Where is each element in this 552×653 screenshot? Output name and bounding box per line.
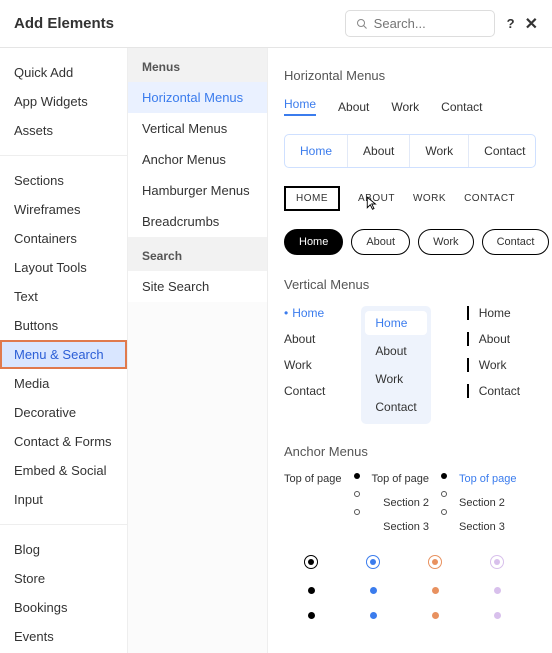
category-item-text[interactable]: Text	[0, 282, 127, 311]
category-item-bookings[interactable]: Bookings	[0, 593, 127, 622]
category-sidebar: Quick AddApp WidgetsAssets SectionsWiref…	[0, 48, 128, 653]
anchor-dot-active	[354, 473, 360, 479]
category-item-blog[interactable]: Blog	[0, 535, 127, 564]
dot-icon	[308, 587, 315, 594]
ring-icon	[304, 555, 318, 569]
category-item-app-widgets[interactable]: App Widgets	[0, 87, 127, 116]
horizontal-menu-outline[interactable]: HOME ABOUT WORK CONTACT	[284, 186, 536, 211]
dot-icon	[370, 612, 377, 619]
category-item-embed-social[interactable]: Embed & Social	[0, 456, 127, 485]
subcategory-sidebar: Menus Horizontal MenusVertical MenusAnch…	[128, 48, 268, 653]
anchor-dot	[441, 509, 447, 515]
vertical-menu-bullet[interactable]: Home About Work Contact	[284, 306, 325, 424]
category-item-input[interactable]: Input	[0, 485, 127, 514]
category-item-decorative[interactable]: Decorative	[0, 398, 127, 427]
preview-pane: Horizontal Menus Home About Work Contact…	[268, 48, 552, 653]
category-item-assets[interactable]: Assets	[0, 116, 127, 145]
search-box[interactable]	[345, 10, 495, 37]
anchor-menu-dots[interactable]	[308, 587, 536, 594]
subcategory-item-site-search[interactable]: Site Search	[128, 271, 267, 302]
subheading-search: Search	[128, 237, 267, 271]
subcategory-item-horizontal-menus[interactable]: Horizontal Menus	[128, 82, 267, 113]
section-anchor-menus: Anchor Menus	[284, 444, 536, 459]
category-item-buttons[interactable]: Buttons	[0, 311, 127, 340]
ring-icon	[366, 555, 380, 569]
ring-icon	[428, 555, 442, 569]
horizontal-menu-pills[interactable]: Home About Work Contact	[284, 229, 536, 255]
dot-icon	[494, 587, 501, 594]
ring-icon	[490, 555, 504, 569]
anchor-menu-dots[interactable]	[308, 612, 536, 619]
subheading-menus: Menus	[128, 48, 267, 82]
category-item-quick-add[interactable]: Quick Add	[0, 58, 127, 87]
anchor-dot-active	[441, 473, 447, 479]
vertical-menu-card[interactable]: Home About Work Contact	[361, 306, 430, 424]
dot-icon	[308, 612, 315, 619]
category-item-wireframes[interactable]: Wireframes	[0, 195, 127, 224]
section-vertical-menus: Vertical Menus	[284, 277, 536, 292]
dot-icon	[432, 587, 439, 594]
category-item-menu-search[interactable]: Menu & Search	[0, 340, 127, 369]
dot-icon	[370, 587, 377, 594]
category-item-store[interactable]: Store	[0, 564, 127, 593]
category-item-layout-tools[interactable]: Layout Tools	[0, 253, 127, 282]
dot-icon	[432, 612, 439, 619]
section-horizontal-menus: Horizontal Menus	[284, 68, 536, 83]
horizontal-menu-underline[interactable]: Home About Work Contact	[284, 97, 536, 116]
anchor-dot	[354, 491, 360, 497]
dot-icon	[494, 612, 501, 619]
help-icon[interactable]: ?	[507, 16, 515, 31]
vertical-menu-border[interactable]: Home About Work Contact	[467, 306, 520, 424]
category-item-media[interactable]: Media	[0, 369, 127, 398]
category-item-sections[interactable]: Sections	[0, 166, 127, 195]
horizontal-menu-boxed[interactable]: Home About Work Contact	[284, 134, 536, 168]
subcategory-item-vertical-menus[interactable]: Vertical Menus	[128, 113, 267, 144]
search-input[interactable]	[374, 16, 484, 31]
subcategory-item-anchor-menus[interactable]: Anchor Menus	[128, 144, 267, 175]
panel-title: Add Elements	[14, 15, 345, 32]
category-item-containers[interactable]: Containers	[0, 224, 127, 253]
anchor-dot	[441, 491, 447, 497]
anchor-menu-text[interactable]: Top of page Top of page Section 2 Sectio…	[284, 473, 536, 533]
anchor-menu-rings[interactable]	[304, 555, 536, 569]
subcategory-item-breadcrumbs[interactable]: Breadcrumbs	[128, 206, 267, 237]
search-icon	[356, 17, 368, 31]
category-item-events[interactable]: Events	[0, 622, 127, 651]
anchor-dot	[354, 509, 360, 515]
category-item-contact-forms[interactable]: Contact & Forms	[0, 427, 127, 456]
close-icon[interactable]: ✕	[525, 14, 538, 34]
subcategory-item-hamburger-menus[interactable]: Hamburger Menus	[128, 175, 267, 206]
